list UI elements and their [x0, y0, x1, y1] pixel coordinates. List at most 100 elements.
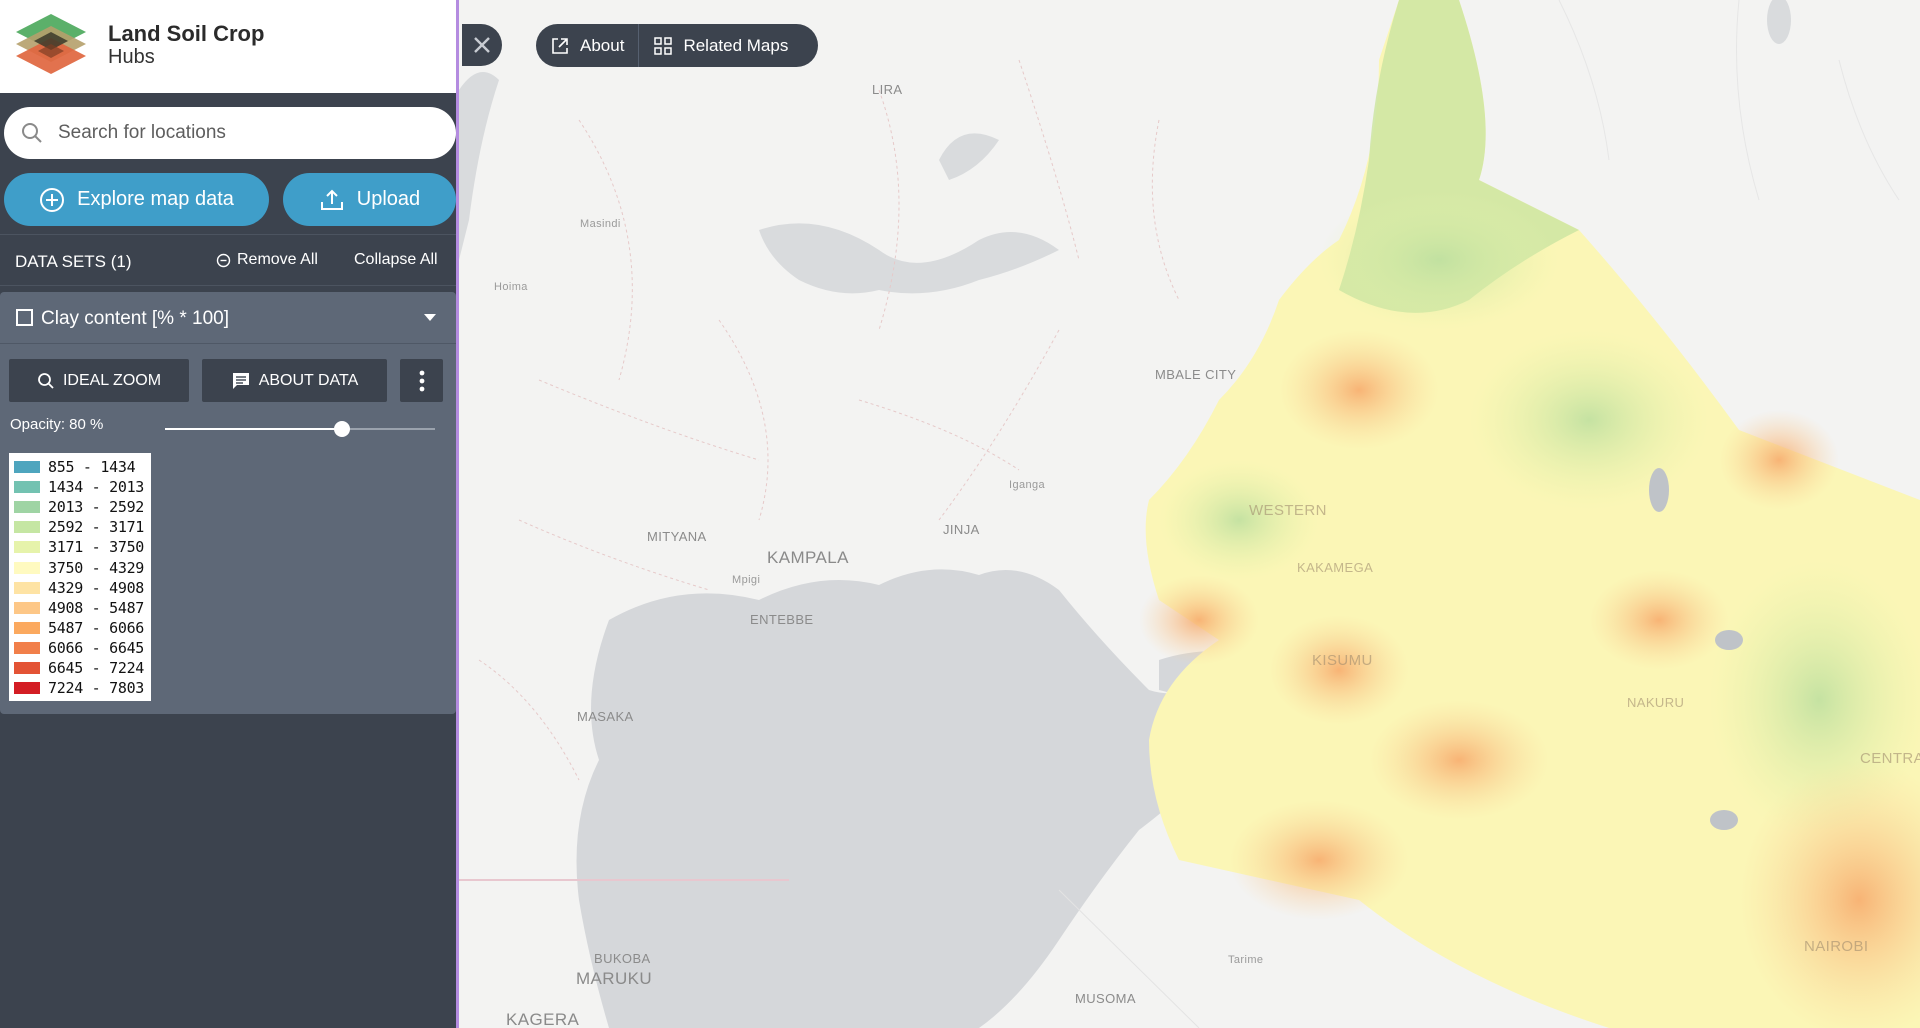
- chevron-down-icon[interactable]: [424, 314, 436, 321]
- opacity-slider-thumb[interactable]: [334, 421, 351, 437]
- legend-row: 6066 - 6645: [14, 638, 147, 658]
- collapse-all-button[interactable]: Collapse All: [354, 251, 438, 269]
- map-label-mpigi: Mpigi: [732, 574, 761, 586]
- map-label-bukoba: BUKOBA: [594, 951, 651, 966]
- ideal-zoom-button[interactable]: IDEAL ZOOM: [9, 359, 189, 402]
- close-icon: [474, 37, 490, 53]
- about-data-button[interactable]: ABOUT DATA: [202, 359, 387, 402]
- legend-swatch: [14, 661, 40, 674]
- basemap: [459, 0, 1920, 1028]
- about-button[interactable]: About: [536, 24, 638, 67]
- legend-label: 4908 - 5487: [48, 598, 145, 617]
- zoom-icon: [38, 372, 54, 389]
- upload-button[interactable]: Upload: [283, 173, 456, 226]
- map-label-nairobi: NAIROBI: [1804, 938, 1869, 955]
- upload-icon: [320, 189, 343, 210]
- legend-row: 6645 - 7224: [14, 658, 147, 678]
- datasets-header: DATA SETS (1) Remove All Collapse All: [0, 234, 456, 286]
- map-label-entebbe: ENTEBBE: [750, 612, 814, 627]
- external-link-icon: [552, 37, 568, 54]
- kebab-menu-icon: [419, 370, 424, 391]
- legend-row: 3171 - 3750: [14, 537, 147, 557]
- opacity-slider-fill: [165, 428, 343, 430]
- legend-label: 7224 - 7803: [48, 679, 145, 698]
- legend-row: 1434 - 2013: [14, 477, 147, 497]
- dataset-visibility-checkbox[interactable]: [16, 309, 33, 326]
- legend-row: 4329 - 4908: [14, 578, 147, 598]
- dataset-card: Clay content [% * 100] IDEAL ZOOM ABOUT …: [0, 292, 456, 714]
- map-label-mbale: MBALE CITY: [1155, 367, 1237, 382]
- map-label-central: CENTRAL: [1860, 750, 1920, 767]
- map-label-masindi: Masindi: [580, 218, 621, 230]
- remove-all-button[interactable]: Remove All: [216, 251, 318, 269]
- map-label-hoima: Hoima: [494, 281, 528, 293]
- legend-label: 2013 - 2592: [48, 498, 145, 517]
- legend-swatch: [14, 481, 40, 494]
- search-input[interactable]: [58, 119, 438, 147]
- more-options-button[interactable]: [400, 359, 443, 402]
- search-icon: [22, 123, 42, 143]
- legend-label: 1434 - 2013: [48, 478, 145, 497]
- datasets-count: DATA SETS (1): [15, 252, 132, 271]
- map-label-tarime: Tarime: [1228, 954, 1264, 966]
- legend-row: 2013 - 2592: [14, 497, 147, 517]
- map-label-masaka: MASAKA: [577, 709, 634, 724]
- legend-swatch: [14, 601, 40, 614]
- map-label-western: WESTERN: [1249, 502, 1327, 519]
- related-maps-label: Related Maps: [683, 35, 789, 55]
- plus-circle-icon: [40, 187, 65, 212]
- map-label-kisumu: KISUMU: [1312, 652, 1373, 669]
- about-data-label: ABOUT DATA: [258, 371, 359, 389]
- app-title: Land Soil Crop Hubs: [108, 21, 265, 69]
- legend-row: 855 - 1434: [14, 457, 147, 477]
- comment-icon: [232, 372, 249, 389]
- legend-swatch: [14, 521, 40, 534]
- map-label-maruku: MARUKU: [576, 969, 653, 988]
- legend-swatch: [14, 561, 40, 574]
- legend-swatch: [14, 682, 40, 695]
- map-toolbar: About Related Maps: [536, 24, 818, 67]
- legend-row: 4908 - 5487: [14, 598, 147, 618]
- map-label-nakuru: NAKURU: [1627, 695, 1685, 710]
- explore-label: Explore map data: [77, 188, 234, 210]
- opacity-label: Opacity: 80 %: [10, 416, 104, 433]
- legend-row: 7224 - 7803: [14, 678, 147, 698]
- legend-swatch: [14, 641, 40, 654]
- opacity-slider[interactable]: [165, 421, 435, 437]
- explore-map-data-button[interactable]: Explore map data: [4, 173, 269, 226]
- legend: 855 - 1434 1434 - 2013 2013 - 2592 2592 - 3…: [9, 453, 151, 702]
- close-sidebar-button[interactable]: [462, 24, 502, 66]
- legend-label: 6066 - 6645: [48, 638, 145, 657]
- upload-label: Upload: [356, 188, 421, 210]
- legend-label: 855 - 1434: [48, 458, 136, 477]
- map-label-mityana: MITYANA: [647, 529, 707, 544]
- legend-swatch: [14, 621, 40, 634]
- legend-label: 3171 - 3750: [48, 538, 145, 557]
- map-label-kagera: KAGERA: [506, 1010, 580, 1028]
- legend-row: 5487 - 6066: [14, 618, 147, 638]
- map-canvas[interactable]: LIRA Masindi Hoima MBALE CITY Iganga JIN…: [459, 0, 1920, 1028]
- sidebar: Land Soil Crop Hubs Explore map data Upl…: [0, 0, 459, 1028]
- legend-swatch: [14, 541, 40, 554]
- legend-label: 5487 - 6066: [48, 618, 145, 637]
- remove-all-label: Remove All: [237, 251, 318, 268]
- dataset-title-row[interactable]: Clay content [% * 100]: [0, 292, 456, 344]
- map-label-iganga: Iganga: [1009, 479, 1046, 491]
- about-label: About: [580, 35, 625, 55]
- legend-swatch: [14, 581, 40, 594]
- map-label-kakamega: KAKAMEGA: [1297, 560, 1374, 575]
- related-maps-button[interactable]: Related Maps: [639, 24, 802, 67]
- logo-bar: Land Soil Crop Hubs: [0, 0, 456, 93]
- ideal-zoom-label: IDEAL ZOOM: [62, 371, 162, 389]
- layers-logo-icon: [16, 14, 86, 74]
- app-title-main: Land Soil Crop: [108, 21, 265, 46]
- app-title-sub: Hubs: [108, 46, 155, 68]
- map-label-musoma: MUSOMA: [1075, 991, 1136, 1006]
- legend-row: 2592 - 3171: [14, 517, 147, 537]
- minus-circle-icon: [216, 253, 231, 267]
- legend-row: 3750 - 4329: [14, 557, 147, 577]
- map-label-jinja: JINJA: [943, 522, 980, 537]
- legend-swatch: [14, 501, 40, 514]
- legend-label: 3750 - 4329: [48, 558, 145, 577]
- search-box[interactable]: [4, 107, 456, 159]
